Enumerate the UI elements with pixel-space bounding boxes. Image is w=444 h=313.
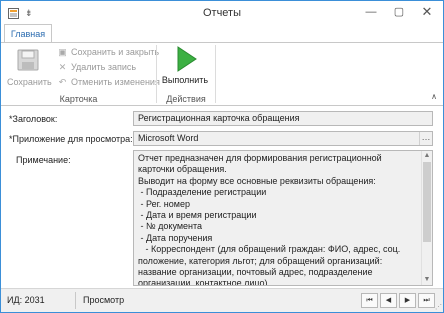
prev-record-button[interactable]: ◀	[380, 293, 397, 308]
minimize-button[interactable]: —	[357, 1, 385, 23]
save-close-icon: ▣	[58, 47, 67, 57]
app-field[interactable]: Microsoft Word …	[133, 131, 433, 146]
play-icon	[177, 46, 197, 72]
actions-group-label: Действия	[166, 94, 206, 104]
run-button[interactable]: Выполнить	[161, 45, 209, 85]
collapse-ribbon-icon[interactable]: ∧	[431, 92, 437, 101]
run-label: Выполнить	[161, 75, 209, 85]
resize-grip-icon[interactable]: ⋰	[435, 303, 442, 311]
delete-icon: ✕	[58, 62, 67, 72]
first-record-button[interactable]: ⏮	[361, 293, 378, 308]
status-bar: ИД: 2031 Просмотр ⏮ ◀ ▶ ⏭ ⋰	[1, 288, 443, 312]
save-close-label: Сохранить и закрыть	[71, 47, 160, 57]
save-and-close-button[interactable]: ▣ Сохранить и закрыть	[57, 46, 159, 59]
note-text: Отчет предназначен для формирования реги…	[138, 153, 401, 286]
title-field-value: Регистрационная карточка обращения	[138, 113, 300, 123]
note-scrollbar[interactable]: ▲ ▼	[421, 151, 432, 285]
record-id: ИД: 2031	[7, 295, 45, 305]
app-field-label: *Приложение для просмотра:	[9, 134, 133, 144]
delete-record-button[interactable]: ✕ Удалить запись	[57, 61, 136, 74]
last-record-button[interactable]: ⏭	[418, 293, 435, 308]
report-window: ⇟ Отчеты — ▢ ✕ Главная Сохранить ▣ Сохран…	[0, 0, 444, 313]
title-field-label: *Заголовок:	[9, 114, 58, 124]
mode-indicator: Просмотр	[83, 295, 125, 305]
cancel-label: Отменить изменения	[71, 77, 160, 87]
group-divider	[215, 45, 216, 103]
scroll-thumb[interactable]	[423, 162, 431, 242]
tab-home[interactable]: Главная	[4, 24, 52, 43]
status-divider	[75, 292, 76, 309]
browse-button[interactable]: …	[419, 132, 432, 145]
undo-icon: ↶	[58, 77, 67, 87]
scroll-down-icon[interactable]: ▼	[422, 275, 432, 285]
scroll-up-icon[interactable]: ▲	[422, 151, 432, 161]
delete-label: Удалить запись	[71, 62, 137, 72]
save-button[interactable]: Сохранить	[7, 47, 52, 87]
cancel-changes-button[interactable]: ↶ Отменить изменения	[57, 76, 160, 89]
floppy-disk-icon	[17, 49, 39, 71]
next-record-button[interactable]: ▶	[399, 293, 416, 308]
note-field-label: Примечание:	[16, 155, 71, 165]
title-field[interactable]: Регистрационная карточка обращения	[133, 111, 433, 126]
ribbon: Сохранить ▣ Сохранить и закрыть ✕ Удалить …	[1, 42, 443, 106]
app-field-value: Microsoft Word	[138, 133, 199, 143]
note-textarea[interactable]: Отчет предназначен для формирования реги…	[133, 150, 433, 286]
save-label: Сохранить	[7, 77, 52, 87]
close-button[interactable]: ✕	[413, 1, 441, 23]
card-group-label: Карточка	[59, 94, 98, 104]
ribbon-tabs: Главная	[1, 23, 443, 43]
maximize-button[interactable]: ▢	[385, 1, 413, 23]
